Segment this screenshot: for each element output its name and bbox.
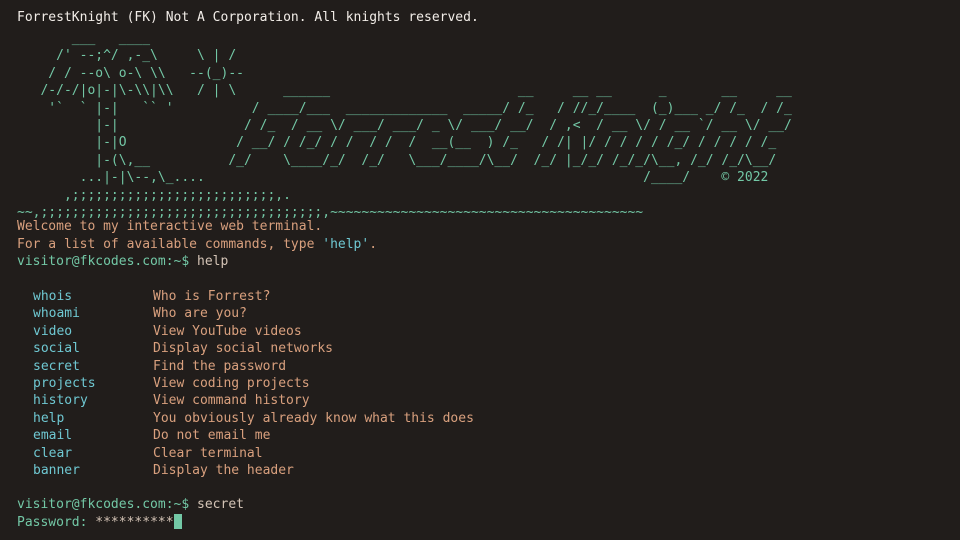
password-input[interactable]: ********** <box>95 515 173 530</box>
help-command-description: View YouTube videos <box>153 323 302 339</box>
help-command-row: history View command history <box>33 392 474 409</box>
ascii-banner: ___ ____ /' --;^/ ,-_\ \ | / / / --o\ o-… <box>17 31 792 221</box>
help-command-row: banner Display the header <box>33 462 474 479</box>
help-command-description: Who are you? <box>153 306 247 322</box>
help-command-row: video View YouTube videos <box>33 323 474 340</box>
copyright-line: ForrestKnight (FK) Not A Corporation. Al… <box>17 10 479 25</box>
help-command-name: whoami <box>33 306 80 322</box>
help-command-description: View command history <box>153 393 310 409</box>
help-command-description: Display social networks <box>153 341 334 357</box>
help-command-description: Clear terminal <box>153 445 263 461</box>
entered-command: secret <box>197 497 244 512</box>
help-command-row: social Display social networks <box>33 340 474 357</box>
help-command-row: secret Find the password <box>33 358 474 375</box>
help-command-description: Find the password <box>153 358 287 374</box>
help-command-row: whois Who is Forrest? <box>33 288 474 305</box>
help-command-name: social <box>33 341 80 357</box>
help-command-row: help You obviously already know what this… <box>33 410 474 427</box>
help-hint: For a list of available commands, type '… <box>17 236 377 253</box>
help-command-name: email <box>33 428 73 444</box>
help-command-description: Display the header <box>153 463 294 479</box>
help-command-name: secret <box>33 358 80 374</box>
help-command-name: history <box>33 393 88 409</box>
help-command-name: projects <box>33 376 96 392</box>
help-hint-command: 'help' <box>322 237 370 252</box>
help-command-description: Do not email me <box>153 428 271 444</box>
help-hint-prefix: For a list of available commands, type <box>17 237 323 252</box>
prompt-label: visitor@fkcodes.com:~$ <box>17 497 190 512</box>
password-label: Password: <box>17 515 88 530</box>
help-command-name: video <box>33 323 73 339</box>
prompt-label: visitor@fkcodes.com:~$ <box>17 254 190 269</box>
help-command-name: help <box>33 410 65 426</box>
prompt-line-1: visitor@fkcodes.com:~$ help <box>17 253 228 270</box>
help-command-description: You obviously already know what this doe… <box>153 410 474 426</box>
prompt-line-2: visitor@fkcodes.com:~$ secret <box>17 496 244 513</box>
help-command-row: projects View coding projects <box>33 375 474 392</box>
terminal-window[interactable]: ForrestKnight (FK) Not A Corporation. Al… <box>0 0 960 540</box>
text-cursor <box>173 514 182 529</box>
help-command-description: View coding projects <box>153 376 310 392</box>
entered-command: help <box>197 254 229 269</box>
help-command-row: clear Clear terminal <box>33 445 474 462</box>
help-command-description: Who is Forrest? <box>153 289 271 304</box>
help-command-name: clear <box>33 445 73 461</box>
password-input-line[interactable]: Password: ********** <box>17 514 182 531</box>
help-command-list: whois Who is Forrest? whoami Who are you? vi… <box>33 288 474 479</box>
help-command-row: email Do not email me <box>33 427 474 444</box>
help-hint-suffix: . <box>369 237 378 252</box>
help-command-row: whoami Who are you? <box>33 305 474 322</box>
welcome-message: Welcome to my interactive web terminal. <box>17 219 323 234</box>
help-command-name: banner <box>33 463 80 479</box>
help-command-name: whois <box>33 289 73 304</box>
